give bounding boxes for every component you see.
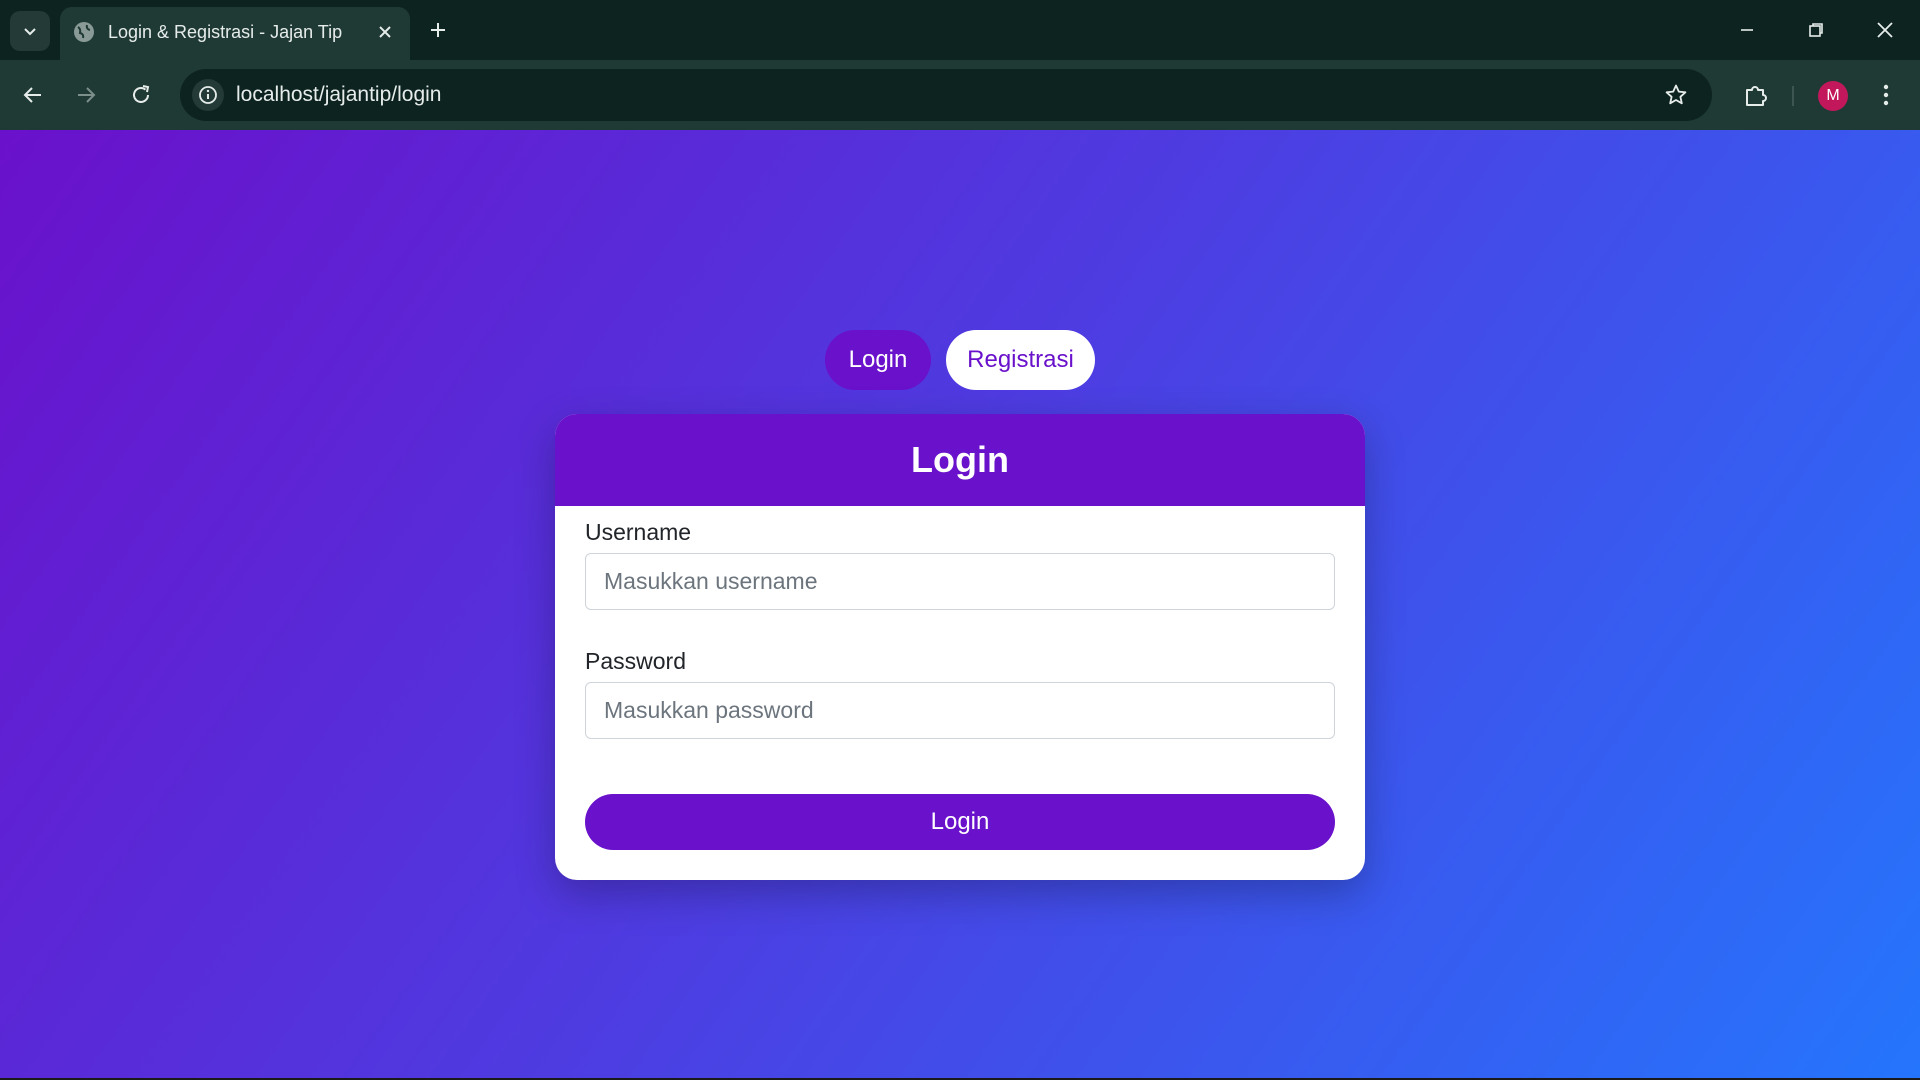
password-label: Password xyxy=(585,648,686,674)
globe-icon xyxy=(74,22,94,42)
restore-icon xyxy=(1809,23,1823,37)
url-text[interactable]: localhost/jajantip/login xyxy=(236,83,441,107)
arrow-left-icon xyxy=(23,87,41,103)
info-icon xyxy=(199,86,217,104)
forward-button[interactable] xyxy=(68,77,104,113)
bookmark-button[interactable] xyxy=(1662,81,1690,109)
plus-icon xyxy=(431,23,445,37)
switch-login-button[interactable]: Login xyxy=(825,330,931,390)
browser-tab[interactable]: Login & Registrasi - Jajan Tip xyxy=(60,7,410,60)
page-background: Login Registrasi Login Username Password… xyxy=(0,130,1920,1078)
card-title: Login xyxy=(911,439,1009,480)
star-icon xyxy=(1665,84,1687,105)
username-label: Username xyxy=(585,519,692,545)
switch-register-button[interactable]: Registrasi xyxy=(946,330,1095,390)
site-info-button[interactable] xyxy=(192,79,224,111)
minimize-button[interactable] xyxy=(1724,10,1770,50)
login-card: Login Username Password Login xyxy=(555,414,1365,880)
tab-close-button[interactable] xyxy=(372,19,398,45)
browser-menu-button[interactable] xyxy=(1870,77,1902,113)
browser-toolbar: localhost/jajantip/login M xyxy=(0,60,1920,130)
minimize-icon xyxy=(1741,29,1753,31)
puzzle-icon xyxy=(1746,86,1767,106)
new-tab-button[interactable] xyxy=(422,14,454,46)
close-icon xyxy=(379,26,391,38)
browser-tab-bar: Login & Registrasi - Jajan Tip xyxy=(0,0,1920,60)
login-submit-button[interactable]: Login xyxy=(585,794,1335,850)
card-header: Login xyxy=(555,414,1365,506)
reload-button[interactable] xyxy=(123,77,159,113)
password-input[interactable] xyxy=(585,682,1335,739)
close-icon xyxy=(1877,22,1893,38)
reload-icon xyxy=(133,85,150,103)
tab-search-button[interactable] xyxy=(10,11,50,51)
close-window-button[interactable] xyxy=(1862,10,1908,50)
arrow-right-icon xyxy=(78,87,96,103)
toolbar-separator xyxy=(1792,86,1794,106)
address-bar[interactable]: localhost/jajantip/login xyxy=(180,69,1712,121)
profile-avatar[interactable]: M xyxy=(1818,81,1848,111)
extensions-button[interactable] xyxy=(1738,77,1774,113)
back-button[interactable] xyxy=(15,77,51,113)
kebab-icon xyxy=(1883,84,1889,106)
username-input[interactable] xyxy=(585,553,1335,610)
tab-title: Login & Registrasi - Jajan Tip xyxy=(108,22,343,42)
restore-button[interactable] xyxy=(1793,10,1839,50)
chevron-down-icon xyxy=(24,28,36,36)
